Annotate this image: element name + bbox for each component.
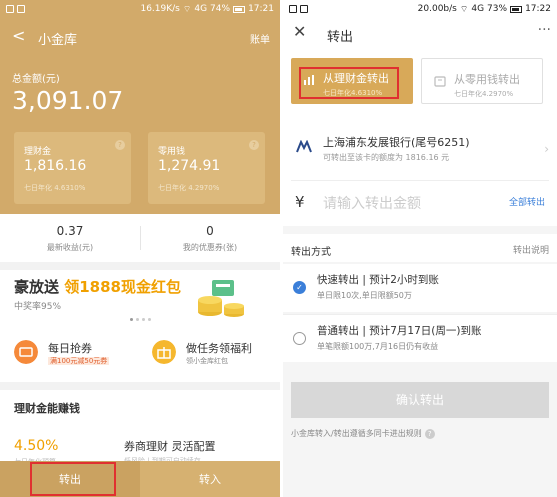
section-title: 理财金能赚钱 <box>14 402 80 415</box>
wifi-icon: ⌔ <box>182 4 192 15</box>
earnings-label: 最新收益(元) <box>46 243 94 252</box>
from-pocket-option[interactable]: 从零用钱转出 七日年化4.2970% <box>421 58 543 104</box>
normal-transfer-option[interactable]: 普通转出 | 预计7月17日(周一)到账 单笔限额100万,7月16日仍有收益 <box>283 314 557 362</box>
card-title: 零用钱 <box>158 147 186 157</box>
transfer-rule-note[interactable]: 小金库转入/转出遵循多同卡进出规则? <box>291 428 435 439</box>
network-speed: 16.19K/s <box>140 4 180 14</box>
feature-tag: 满100元减50元券 <box>48 357 110 365</box>
notification-icon <box>289 5 297 13</box>
wealth-card[interactable]: ? 理财金 1,816.16 七日年化 4.6310% <box>14 132 131 204</box>
back-icon[interactable]: < <box>12 26 25 45</box>
method-title: 普通转出 | 预计7月17日(周一)到账 <box>317 325 482 337</box>
bank-card-selector[interactable]: 上海浦东发展银行(尾号6251) 可转出至该卡的额度为 1816.16 元 › <box>291 134 549 164</box>
pocket-money-card[interactable]: ? 零用钱 1,274.91 七日年化 4.2970% <box>148 132 265 204</box>
amount-row: ¥ 请输入转出金额 全部转出 <box>291 180 549 214</box>
confirm-transfer-button[interactable]: 确认转出 <box>291 382 549 418</box>
product-title[interactable]: 券商理财 灵活配置 <box>124 438 216 454</box>
method-help-link[interactable]: 转出说明 <box>513 243 549 256</box>
help-icon[interactable]: ? <box>249 140 259 150</box>
signal-icon: 4G <box>194 4 208 14</box>
ticket-icon <box>14 340 38 364</box>
status-bar: 16.19K/s ⌔ 4G 74% 17:21 <box>0 0 280 18</box>
coupon-label: 我的优惠券(张) <box>182 243 238 252</box>
bank-name: 上海浦东发展银行(尾号6251) <box>323 136 470 149</box>
divider <box>0 382 280 390</box>
help-icon[interactable]: ? <box>424 429 435 439</box>
rule-text: 小金库转入/转出遵循多同卡进出规则 <box>291 429 422 438</box>
option-yield: 七日年化4.2970% <box>454 90 514 98</box>
feature-subtitle: 领小金库红包 <box>186 357 228 365</box>
battery-icon <box>510 5 523 13</box>
right-screen: 20.00b/s ⌔ 4G 73% 17:22 ✕ 转出 ··· 从理财金转出 … <box>283 0 557 497</box>
highlight-box <box>299 67 399 99</box>
divider <box>0 262 280 270</box>
currency-symbol: ¥ <box>295 193 305 211</box>
battery-level: 74% <box>210 4 231 14</box>
feature-title: 每日抢券 <box>48 342 92 355</box>
transfer-all-link[interactable]: 全部转出 <box>509 195 545 208</box>
carousel-dots <box>130 318 151 321</box>
method-subtitle: 单笔限额100万,7月16日仍有收益 <box>317 342 439 351</box>
gift-icon <box>152 340 176 364</box>
status-bar: 20.00b/s ⌔ 4G 73% 17:22 <box>283 0 557 18</box>
coupon-stat[interactable]: 0 我的优惠券(张) <box>140 224 280 253</box>
help-icon[interactable]: ? <box>115 140 125 150</box>
clock: 17:22 <box>525 4 551 14</box>
left-screen: 16.19K/s ⌔ 4G 74% 17:21 < 小金库 账单 总金额(元) … <box>0 0 280 497</box>
product-rate: 4.50% <box>14 438 59 454</box>
bank-limit: 可转出至该卡的额度为 1816.16 元 <box>323 153 450 162</box>
notification-icon <box>6 5 14 13</box>
more-icon[interactable]: ··· <box>538 22 551 38</box>
notification-icon <box>17 5 25 13</box>
page-title: 小金库 <box>38 33 78 48</box>
wallet-icon <box>434 76 446 87</box>
close-icon[interactable]: ✕ <box>293 22 306 41</box>
earnings-stat[interactable]: 0.37 最新收益(元) <box>0 224 140 253</box>
promo-prefix: 豪放送 <box>14 278 60 296</box>
feature-title: 做任务领福利 <box>186 342 252 355</box>
promo-subtitle: 中奖率95% <box>14 302 62 312</box>
battery-level: 73% <box>487 4 508 14</box>
total-label: 总金额(元) <box>12 74 60 85</box>
method-subtitle: 单日限10次,单日限额50万 <box>317 291 412 300</box>
coins-illustration <box>198 280 244 317</box>
notification-icon <box>300 5 308 13</box>
bill-link[interactable]: 账单 <box>250 31 270 46</box>
card-value: 1,274.91 <box>158 158 221 174</box>
option-title: 从零用钱转出 <box>454 73 520 86</box>
signal-icon: 4G <box>471 4 485 14</box>
page-title: 转出 <box>327 30 354 45</box>
amount-input[interactable]: 请输入转出金额 <box>323 193 421 213</box>
coupon-value: 0 <box>206 224 214 238</box>
promo-highlight: 领1888现金红包 <box>64 278 181 296</box>
chevron-right-icon: › <box>544 142 549 156</box>
transfer-form: 从理财金转出 七日年化4.6310% 从零用钱转出 七日年化4.2970% 上海… <box>283 50 557 226</box>
fast-transfer-option[interactable]: ✓ 快速转出 | 预计2小时到账 单日限10次,单日限额50万 <box>283 264 557 312</box>
clock: 17:21 <box>248 4 274 14</box>
radio-unchecked-icon[interactable] <box>293 332 306 345</box>
total-amount: 3,091.07 <box>12 86 124 115</box>
method-title: 快速转出 | 预计2小时到账 <box>317 274 439 286</box>
highlight-box <box>30 462 116 496</box>
method-label: 转出方式 <box>291 247 331 258</box>
card-yield: 七日年化 4.6310% <box>24 184 86 192</box>
nav-bar: ✕ 转出 ··· <box>283 18 557 50</box>
network-speed: 20.00b/s <box>417 4 457 14</box>
card-yield: 七日年化 4.2970% <box>158 184 220 192</box>
bank-logo-icon <box>296 140 312 153</box>
wifi-icon: ⌔ <box>459 4 469 15</box>
promo-banner-title[interactable]: 豪放送 领1888现金红包 <box>14 276 181 297</box>
card-title: 理财金 <box>24 147 52 157</box>
method-header: 转出方式 转出说明 <box>283 234 557 262</box>
radio-checked-icon[interactable]: ✓ <box>293 281 306 294</box>
battery-icon <box>233 5 246 13</box>
card-value: 1,816.16 <box>24 158 87 174</box>
nav-bar: < 小金库 账单 <box>0 26 280 48</box>
earnings-value: 0.37 <box>56 224 84 238</box>
transfer-in-button[interactable]: 转入 <box>140 461 280 497</box>
